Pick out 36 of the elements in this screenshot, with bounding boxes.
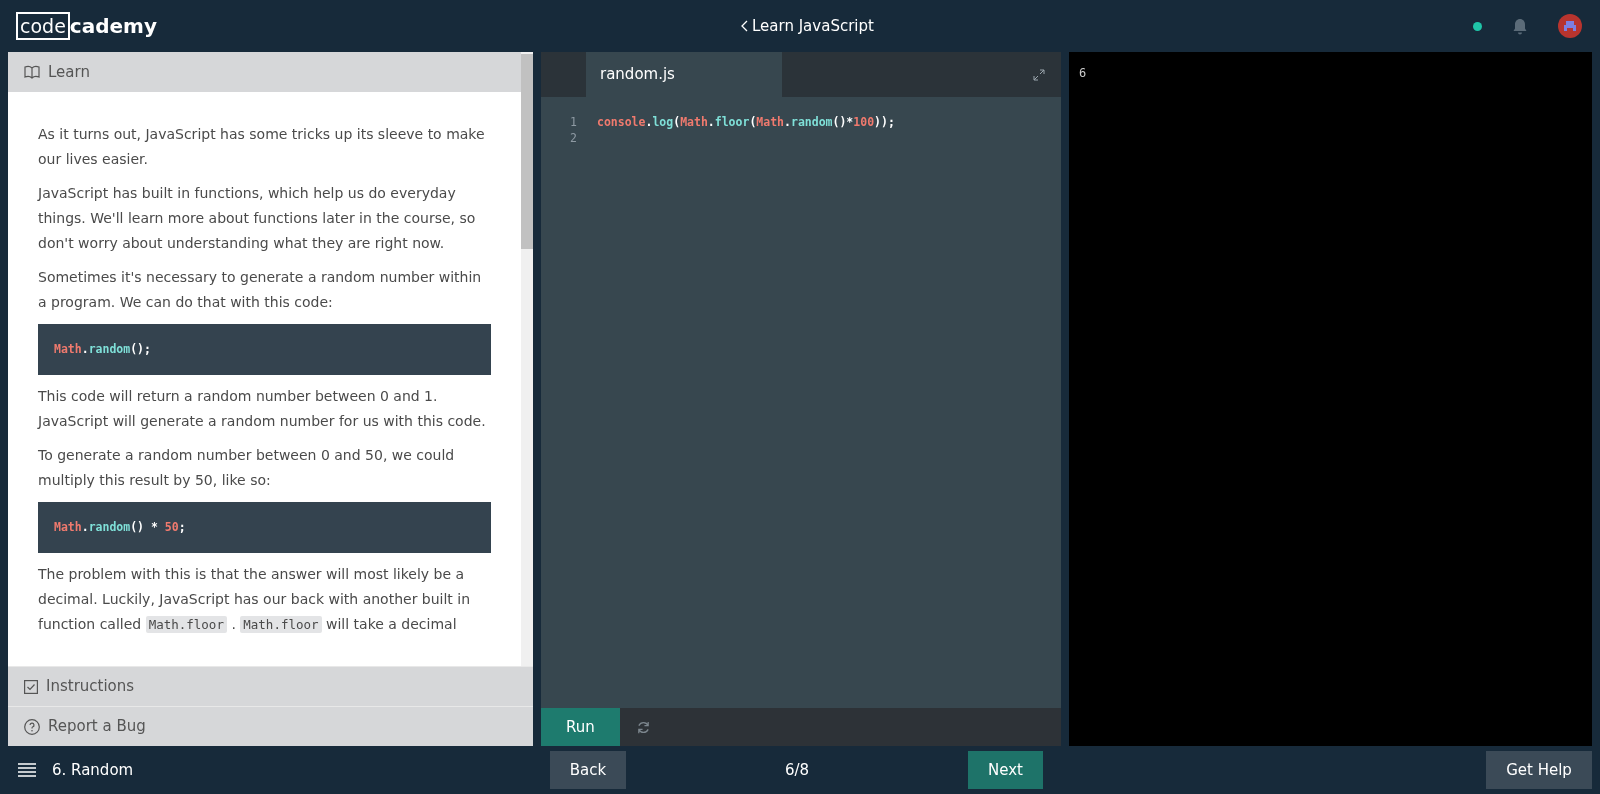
instructions-item[interactable]: Instructions xyxy=(8,666,533,706)
expand-icon[interactable] xyxy=(1033,68,1045,81)
output-console: 6 xyxy=(1069,52,1592,746)
help-icon xyxy=(24,718,40,735)
run-button[interactable]: Run xyxy=(541,708,620,746)
lesson-paragraph: JavaScript has built in functions, which help us do everyday things. We'll learn more about functions later in the course, so don't worry about understanding what they are right now. xyxy=(38,184,477,253)
book-icon xyxy=(24,65,40,79)
lesson-paragraph: To generate a random number between 0 and 50, we could multiply this result by 50, like so: xyxy=(38,446,456,490)
lesson-paragraph: Sometimes it's necessary to generate a random number within a program. We can do that with this code: xyxy=(38,268,483,312)
lesson-title: 6. Random xyxy=(52,759,134,781)
get-help-button[interactable]: Get Help xyxy=(1486,751,1592,789)
lesson-paragraph: This code will return a random number between 0 and 1. JavaScript will generate a random number for us with this code. xyxy=(38,387,487,431)
code-line: console.log(Math.floor(Math.random()*100)); xyxy=(597,114,895,130)
bell-icon[interactable] xyxy=(1512,17,1528,35)
menu-icon[interactable] xyxy=(18,763,36,777)
checkbox-icon xyxy=(24,679,38,694)
scrollbar[interactable] xyxy=(521,52,533,666)
line-number: 1 xyxy=(569,114,578,130)
status-dot-icon xyxy=(1473,21,1482,31)
back-button[interactable]: Back xyxy=(550,751,626,789)
learn-header[interactable]: Learn xyxy=(8,52,521,92)
lesson-paragraph: The problem with this is that the answer will most likely be a decimal. Luckily, JavaScript has our back with another built in function called Math.floor . Math.floor will take a decimal xyxy=(38,565,472,635)
refresh-icon[interactable] xyxy=(636,719,651,735)
chevron-left-icon xyxy=(741,20,748,32)
file-tab[interactable]: random.js xyxy=(586,52,782,97)
avatar-icon[interactable] xyxy=(1558,14,1582,38)
code-block: Math.random() * 50; xyxy=(38,502,491,553)
line-number: 2 xyxy=(569,130,578,146)
logo-text[interactable]: cademy xyxy=(69,14,157,38)
logo-code-box[interactable]: code xyxy=(16,12,70,40)
code-block: Math.random(); xyxy=(38,324,491,375)
lesson-paragraph: As it turns out, JavaScript has some tricks up its sleeve to make our lives easier. xyxy=(38,125,486,169)
progress-counter: 6/8 xyxy=(784,760,810,779)
back-link[interactable]: Learn JavaScript xyxy=(741,14,874,38)
next-button[interactable]: Next xyxy=(968,751,1043,789)
report-bug-item[interactable]: Report a Bug xyxy=(8,706,533,746)
